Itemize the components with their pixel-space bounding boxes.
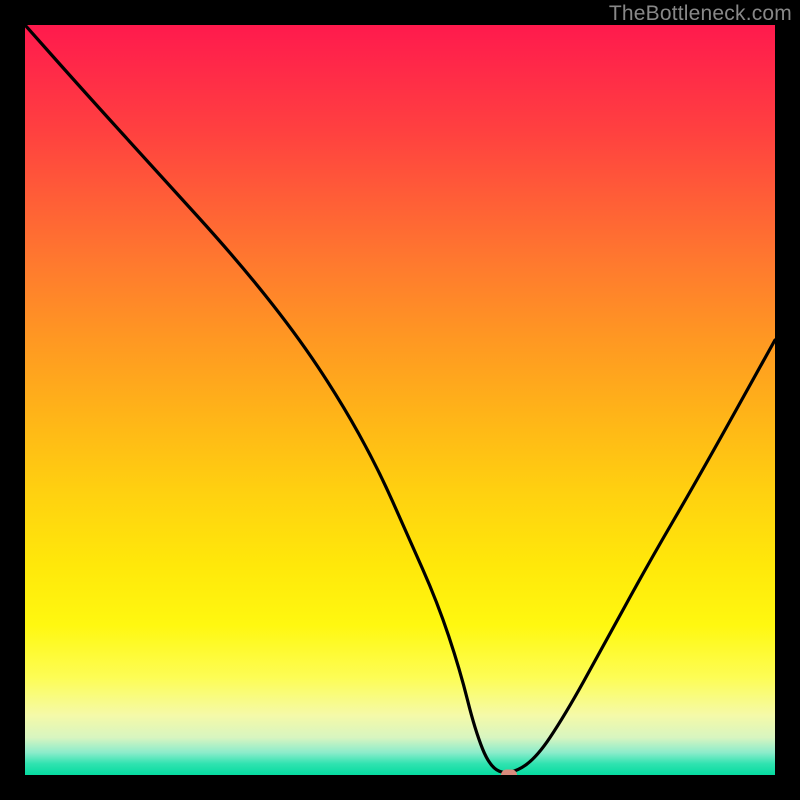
bottleneck-curve [25, 25, 775, 775]
watermark-text: TheBottleneck.com [609, 2, 792, 26]
chart-frame: TheBottleneck.com [0, 0, 800, 800]
optimal-point-marker [501, 770, 517, 776]
plot-area [25, 25, 775, 775]
